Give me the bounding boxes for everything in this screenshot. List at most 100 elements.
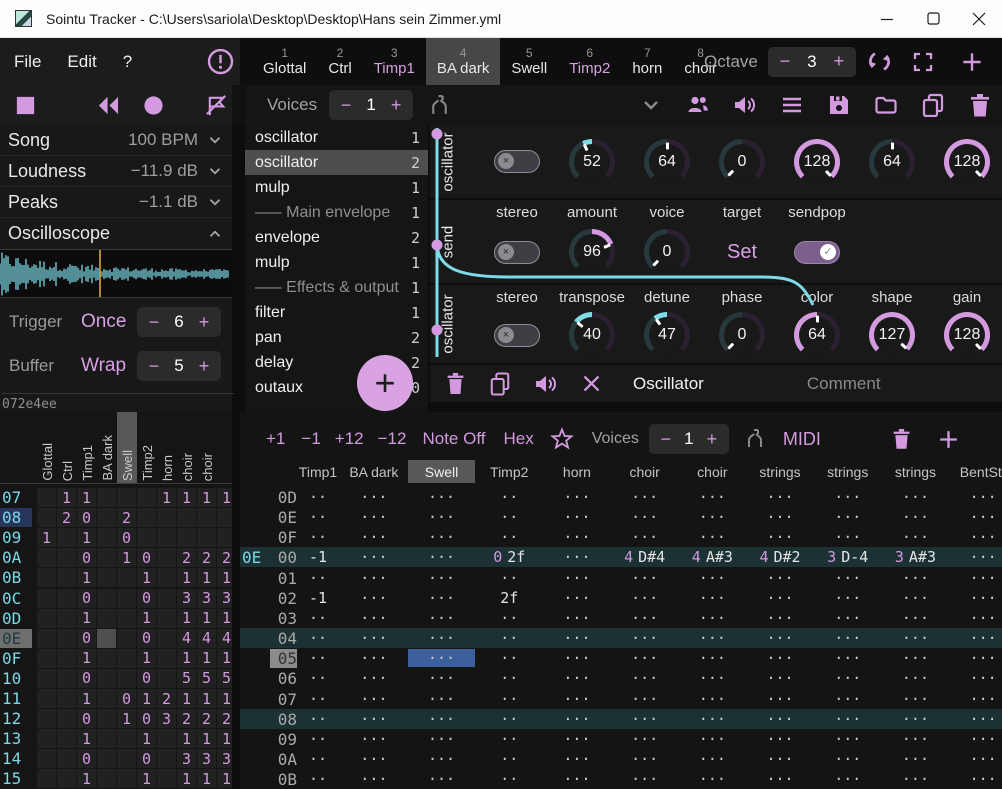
pattern-cell[interactable] <box>57 589 76 608</box>
menu-button[interactable] <box>780 93 804 117</box>
note-cell[interactable]: ··· <box>543 730 611 748</box>
buffer-stepper-plus[interactable]: + <box>197 356 211 377</box>
split-voices-button[interactable] <box>427 93 452 118</box>
note-cell[interactable]: ··· <box>408 528 476 546</box>
pattern-col-header-ba-dark[interactable]: BA dark <box>97 412 117 483</box>
pattern-row-label[interactable]: 15 <box>0 769 32 788</box>
note-cell[interactable]: 4D#4 <box>611 548 679 566</box>
pattern-cell[interactable] <box>57 769 76 788</box>
pattern-cell[interactable] <box>137 528 156 547</box>
note-cell[interactable]: ··· <box>611 649 679 667</box>
tab-swell[interactable]: 5Swell <box>500 38 558 85</box>
pattern-cell[interactable]: 1 <box>177 729 196 748</box>
pattern-cell[interactable] <box>157 749 176 768</box>
note-cell[interactable]: ··· <box>340 548 408 566</box>
note-cell[interactable]: ··· <box>611 569 679 587</box>
buffer-mode-button[interactable]: Wrap <box>81 355 137 377</box>
pattern-cell[interactable]: 1 <box>137 609 156 628</box>
note-cell[interactable]: ·· <box>296 690 340 708</box>
pattern-cell[interactable]: 1 <box>117 548 136 567</box>
maximize-button[interactable] <box>910 0 956 37</box>
note-cell[interactable]: ·· <box>296 750 340 768</box>
midi-button[interactable]: MIDI <box>783 429 821 450</box>
pattern-cell[interactable]: 5 <box>197 669 216 688</box>
pattern-cell[interactable]: 1 <box>137 729 156 748</box>
pattern-row-label[interactable]: 11 <box>0 689 32 708</box>
record-button[interactable] <box>142 94 165 117</box>
note-cell[interactable]: ··· <box>340 629 408 647</box>
knob-color[interactable]: 64 <box>794 312 840 358</box>
note-track-header-swell[interactable]: Swell <box>408 460 476 483</box>
note-tool-+1[interactable]: +1 <box>266 429 285 449</box>
pattern-cell[interactable] <box>117 609 136 628</box>
pattern-cell[interactable]: 1 <box>177 488 196 507</box>
pattern-cell[interactable]: 0 <box>77 669 96 688</box>
pattern-cell[interactable]: 1 <box>217 488 232 507</box>
trigger-stepper-minus[interactable]: − <box>147 312 161 333</box>
note-cell[interactable]: ··· <box>746 508 814 526</box>
pattern-cell[interactable] <box>157 548 176 567</box>
menu-edit[interactable]: Edit <box>67 52 96 72</box>
note-cell[interactable]: ··· <box>814 528 882 546</box>
pattern-row-label[interactable]: 07 <box>0 488 32 507</box>
note-cell[interactable]: ··· <box>408 649 476 667</box>
pattern-cell[interactable] <box>117 629 136 648</box>
note-cell[interactable]: ··· <box>611 750 679 768</box>
pattern-cell[interactable]: 1 <box>217 568 232 587</box>
chevron-down-icon[interactable] <box>206 162 224 180</box>
pattern-cell[interactable] <box>57 729 76 748</box>
knob-param6[interactable]: 128 <box>944 139 990 185</box>
note-track-header-bentstr[interactable]: BentStr <box>949 460 1002 483</box>
unit-solo-button[interactable] <box>534 373 558 395</box>
pattern-cell[interactable]: 1 <box>117 709 136 728</box>
note-cell[interactable]: ··· <box>611 770 679 788</box>
pattern-cell[interactable]: 1 <box>77 769 96 788</box>
unit-list-item-1[interactable]: oscillator2 <box>245 150 428 175</box>
peaks-row[interactable]: Peaks −1.1 dB <box>0 187 232 218</box>
unit-list-item-5[interactable]: mulp1 <box>245 250 428 275</box>
pattern-col-header-timp2[interactable]: Timp2 <box>137 412 157 483</box>
note-voices-stepper-plus[interactable]: + <box>705 429 719 450</box>
pattern-col-header-glottal[interactable]: Glottal <box>37 412 57 483</box>
menu-file[interactable]: File <box>14 52 41 72</box>
note-cell[interactable]: ··· <box>408 589 476 607</box>
note-cell[interactable]: 4D#2 <box>746 548 814 566</box>
chevron-down-icon[interactable] <box>206 193 224 211</box>
pattern-cell[interactable] <box>37 709 56 728</box>
unit-strip-oscillator-1[interactable]: oscillator×5264012864128 <box>430 125 1002 198</box>
tab-horn[interactable]: 7horn <box>621 38 673 85</box>
tab-glottal[interactable]: 1Glottal <box>252 38 317 85</box>
note-cell[interactable]: ··· <box>543 589 611 607</box>
trigger-stepper-plus[interactable]: + <box>197 312 211 333</box>
note-cell[interactable]: ··· <box>949 528 1002 546</box>
note-cell[interactable]: ··· <box>746 629 814 647</box>
pattern-cell[interactable]: 1 <box>217 769 232 788</box>
pattern-cell[interactable] <box>97 548 116 567</box>
pattern-cell[interactable] <box>177 528 196 547</box>
pattern-col-header-choir[interactable]: choir <box>197 412 217 483</box>
note-cell[interactable]: ·· <box>296 569 340 587</box>
pattern-cell[interactable]: 1 <box>77 689 96 708</box>
note-cell[interactable]: ··· <box>949 508 1002 526</box>
note-cell[interactable]: ·· <box>296 629 340 647</box>
note-cell[interactable]: ··· <box>679 770 747 788</box>
pattern-row-label[interactable]: 0F <box>0 649 32 668</box>
knob-phase[interactable]: 0 <box>719 312 765 358</box>
oscilloscope-row[interactable]: Oscilloscope <box>0 218 232 249</box>
noteoff-flag-button[interactable] <box>205 94 228 117</box>
voices-stepper-plus[interactable]: + <box>389 95 403 116</box>
pattern-cell[interactable]: 5 <box>217 669 232 688</box>
pattern-col-header-timp1[interactable]: Timp1 <box>77 412 97 483</box>
note-cell[interactable]: ··· <box>882 730 950 748</box>
note-cell[interactable]: ··· <box>949 548 1002 566</box>
note-cell[interactable]: ·· <box>296 488 340 506</box>
pattern-cell[interactable]: 2 <box>197 548 216 567</box>
pattern-cell[interactable]: 1 <box>177 649 196 668</box>
note-cell[interactable]: ··· <box>408 770 476 788</box>
note-cell[interactable]: ··· <box>611 710 679 728</box>
pattern-cell[interactable] <box>117 729 136 748</box>
note-cell[interactable]: ··· <box>949 690 1002 708</box>
note-cell[interactable]: ·· <box>475 730 543 748</box>
note-cell[interactable]: ··· <box>543 548 611 566</box>
note-cell[interactable]: ··· <box>408 609 476 627</box>
